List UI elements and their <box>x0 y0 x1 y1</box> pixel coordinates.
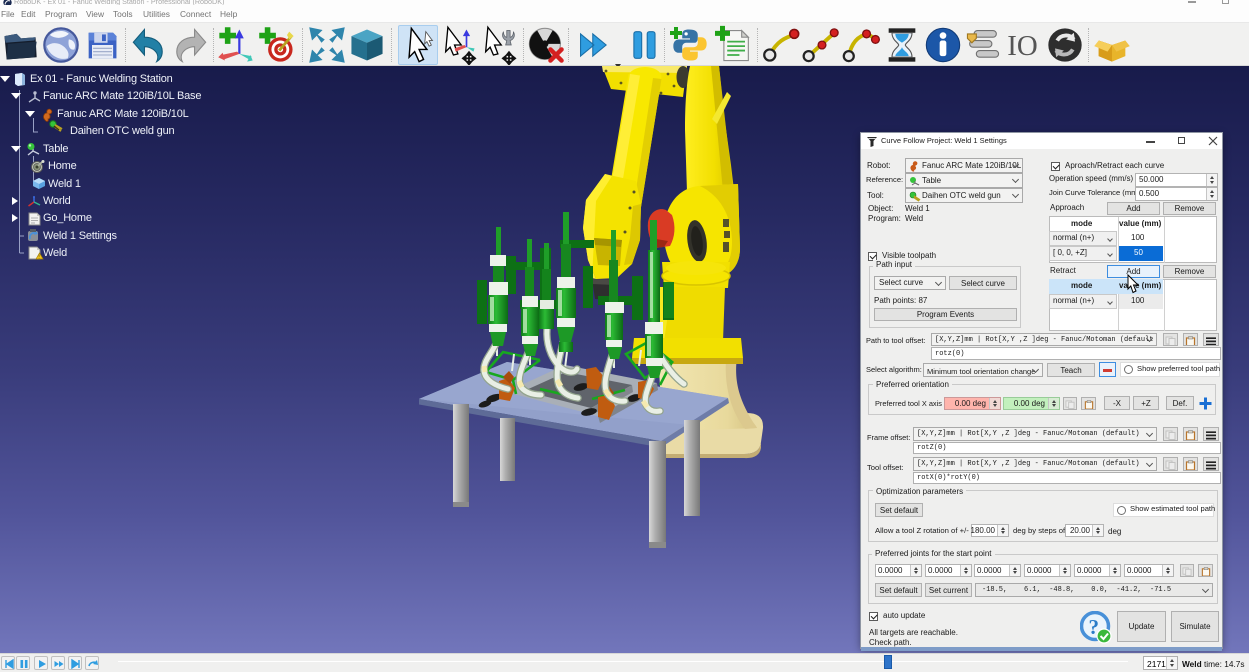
svg-text:IO: IO <box>1007 30 1037 62</box>
svg-text:!: ! <box>38 254 39 260</box>
